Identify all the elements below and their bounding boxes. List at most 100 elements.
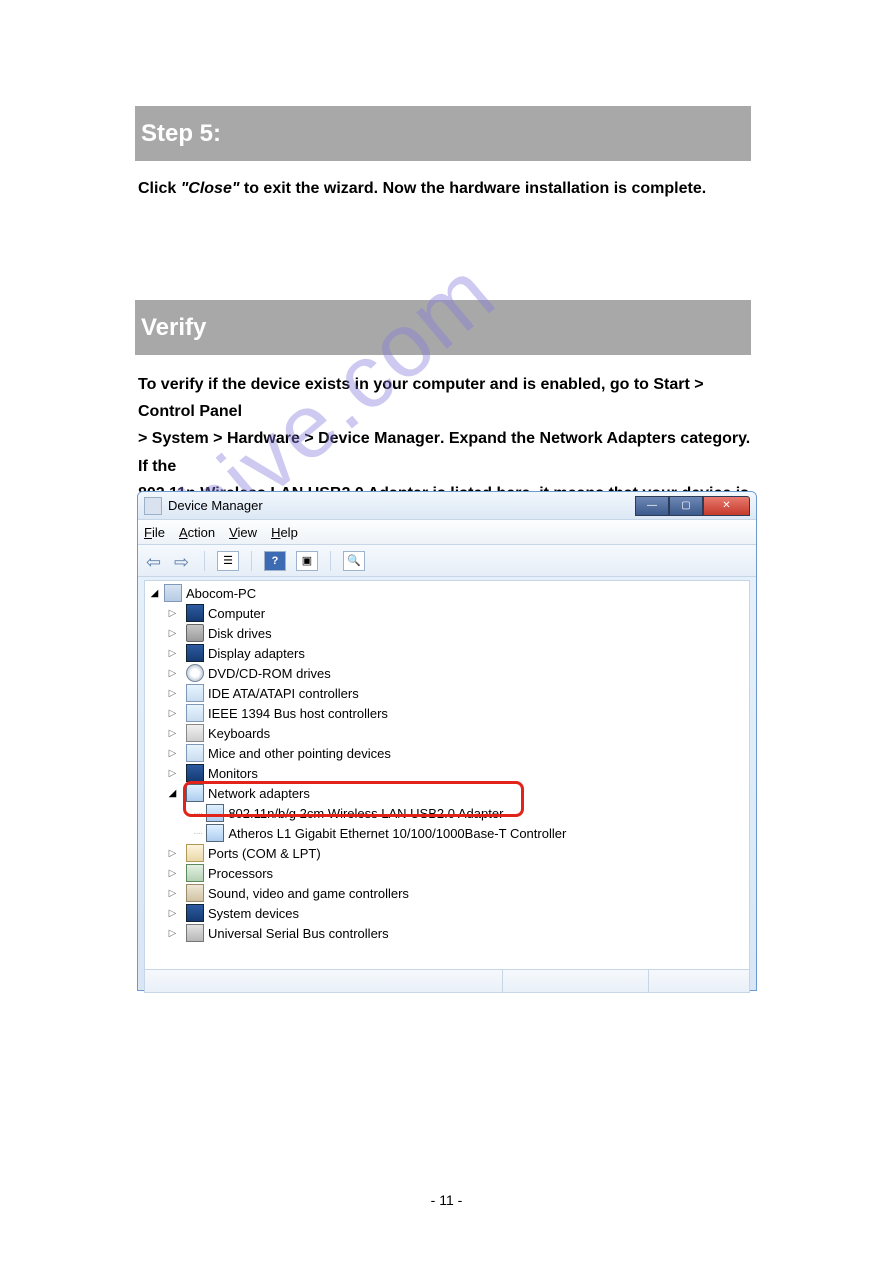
minimize-button[interactable]: — bbox=[635, 496, 669, 516]
back-icon[interactable] bbox=[146, 552, 164, 570]
expander-icon[interactable] bbox=[167, 608, 178, 619]
root-label: Abocom-PC bbox=[186, 586, 256, 601]
device-category-icon bbox=[186, 604, 204, 622]
t: iew bbox=[238, 525, 258, 540]
expander-icon[interactable] bbox=[167, 748, 178, 759]
device-category-icon bbox=[186, 904, 204, 922]
menu-action[interactable]: Action bbox=[179, 525, 215, 540]
menu-file[interactable]: File bbox=[144, 525, 165, 540]
section-verify-heading: Verify bbox=[135, 300, 751, 355]
tree-item-ethernet-adapter[interactable]: ···· Atheros L1 Gigabit Ethernet 10/100/… bbox=[149, 823, 749, 843]
tree-item[interactable]: Mice and other pointing devices bbox=[149, 743, 749, 763]
tree-label: 802.11n/b/g 2cm Wireless LAN USB2.0 Adap… bbox=[228, 806, 503, 821]
tree-label: Display adapters bbox=[208, 646, 305, 661]
tree-item[interactable]: Processors bbox=[149, 863, 749, 883]
tree-item[interactable]: Ports (COM & LPT) bbox=[149, 843, 749, 863]
device-category-icon bbox=[186, 664, 204, 682]
network-adapter-icon bbox=[206, 804, 224, 822]
t: ile bbox=[152, 525, 165, 540]
tree-item-network-adapters[interactable]: Network adapters bbox=[149, 783, 749, 803]
device-category-icon bbox=[186, 744, 204, 762]
tree-item[interactable]: Disk drives bbox=[149, 623, 749, 643]
tree-root[interactable]: Abocom-PC bbox=[149, 583, 749, 603]
tree-connector: ···· bbox=[193, 828, 202, 839]
expander-icon[interactable] bbox=[167, 888, 178, 899]
device-tree[interactable]: Abocom-PC Computer Disk drives Display ada… bbox=[144, 580, 750, 970]
scan-hardware-icon[interactable]: 🔍 bbox=[343, 551, 365, 571]
network-adapter-icon bbox=[206, 824, 224, 842]
expander-icon[interactable] bbox=[167, 768, 178, 779]
window-buttons: — ▢ ✕ bbox=[635, 496, 750, 516]
expander-icon[interactable] bbox=[149, 588, 160, 599]
device-category-icon bbox=[186, 624, 204, 642]
expander-icon[interactable] bbox=[167, 728, 178, 739]
t: to exit the wizard. Now the hardware ins… bbox=[239, 180, 706, 197]
menu-help[interactable]: Help bbox=[271, 525, 298, 540]
title-bar[interactable]: Device Manager — ▢ ✕ bbox=[138, 492, 756, 519]
tree-item[interactable]: Sound, video and game controllers bbox=[149, 883, 749, 903]
section-step5-heading: Step 5: bbox=[135, 106, 751, 161]
tree-item[interactable]: Monitors bbox=[149, 763, 749, 783]
tree-item-wireless-adapter[interactable]: ···· 802.11n/b/g 2cm Wireless LAN USB2.0… bbox=[149, 803, 749, 823]
device-category-icon bbox=[186, 884, 204, 902]
expander-icon[interactable] bbox=[167, 668, 178, 679]
tree-label: IEEE 1394 Bus host controllers bbox=[208, 706, 388, 721]
document-page: hive.com Step 5: Click "Close" to exit t… bbox=[0, 0, 893, 1263]
tree-item[interactable]: Display adapters bbox=[149, 643, 749, 663]
expander-icon[interactable] bbox=[167, 708, 178, 719]
tree-item[interactable]: Computer bbox=[149, 603, 749, 623]
tree-label: Processors bbox=[208, 866, 273, 881]
t: ction bbox=[188, 525, 215, 540]
menu-view[interactable]: View bbox=[229, 525, 257, 540]
tree-label: IDE ATA/ATAPI controllers bbox=[208, 686, 359, 701]
status-cell bbox=[503, 970, 648, 992]
window-title: Device Manager bbox=[168, 498, 629, 513]
t: Click bbox=[138, 180, 181, 197]
t: elp bbox=[280, 525, 297, 540]
device-category-icon bbox=[186, 644, 204, 662]
expander-icon[interactable] bbox=[167, 868, 178, 879]
tree-item[interactable]: Universal Serial Bus controllers bbox=[149, 923, 749, 943]
tree-label: Atheros L1 Gigabit Ethernet 10/100/1000B… bbox=[228, 826, 566, 841]
network-adapters-icon bbox=[186, 784, 204, 802]
device-category-icon bbox=[186, 844, 204, 862]
help-icon[interactable]: ? bbox=[264, 551, 286, 571]
t: "Close" bbox=[181, 180, 240, 197]
expander-icon[interactable] bbox=[167, 688, 178, 699]
tree-label: Sound, video and game controllers bbox=[208, 886, 409, 901]
expander-icon[interactable] bbox=[167, 788, 178, 799]
toolbar-button-1[interactable]: ☰ bbox=[217, 551, 239, 571]
tree-item[interactable]: IEEE 1394 Bus host controllers bbox=[149, 703, 749, 723]
device-category-icon bbox=[186, 704, 204, 722]
toolbar-button-2[interactable]: ▣ bbox=[296, 551, 318, 571]
device-category-icon bbox=[186, 684, 204, 702]
forward-icon[interactable] bbox=[174, 552, 192, 570]
step5-body: Click "Close" to exit the wizard. Now th… bbox=[138, 178, 743, 200]
t: . Expand the bbox=[440, 430, 540, 447]
app-icon bbox=[144, 497, 162, 515]
tree-label: Keyboards bbox=[208, 726, 270, 741]
expander-icon[interactable] bbox=[167, 648, 178, 659]
tree-label: Computer bbox=[208, 606, 265, 621]
expander-icon[interactable] bbox=[167, 908, 178, 919]
expander-icon[interactable] bbox=[167, 928, 178, 939]
computer-icon bbox=[164, 584, 182, 602]
close-button[interactable]: ✕ bbox=[703, 496, 750, 516]
expander-icon[interactable] bbox=[167, 628, 178, 639]
device-category-icon bbox=[186, 924, 204, 942]
tree-item[interactable]: IDE ATA/ATAPI controllers bbox=[149, 683, 749, 703]
tree-item[interactable]: DVD/CD-ROM drives bbox=[149, 663, 749, 683]
tree-label: Ports (COM & LPT) bbox=[208, 846, 321, 861]
tree-item[interactable]: Keyboards bbox=[149, 723, 749, 743]
tree-connector: ···· bbox=[193, 808, 202, 819]
tree-item[interactable]: System devices bbox=[149, 903, 749, 923]
t: Network Adapters bbox=[540, 430, 676, 447]
tree-label: System devices bbox=[208, 906, 299, 921]
expander-icon[interactable] bbox=[167, 848, 178, 859]
maximize-button[interactable]: ▢ bbox=[669, 496, 703, 516]
device-category-icon bbox=[186, 724, 204, 742]
separator bbox=[251, 551, 252, 571]
tree-label: Universal Serial Bus controllers bbox=[208, 926, 389, 941]
device-manager-window: Device Manager — ▢ ✕ File Action View He… bbox=[137, 491, 757, 991]
status-cell bbox=[145, 970, 502, 992]
